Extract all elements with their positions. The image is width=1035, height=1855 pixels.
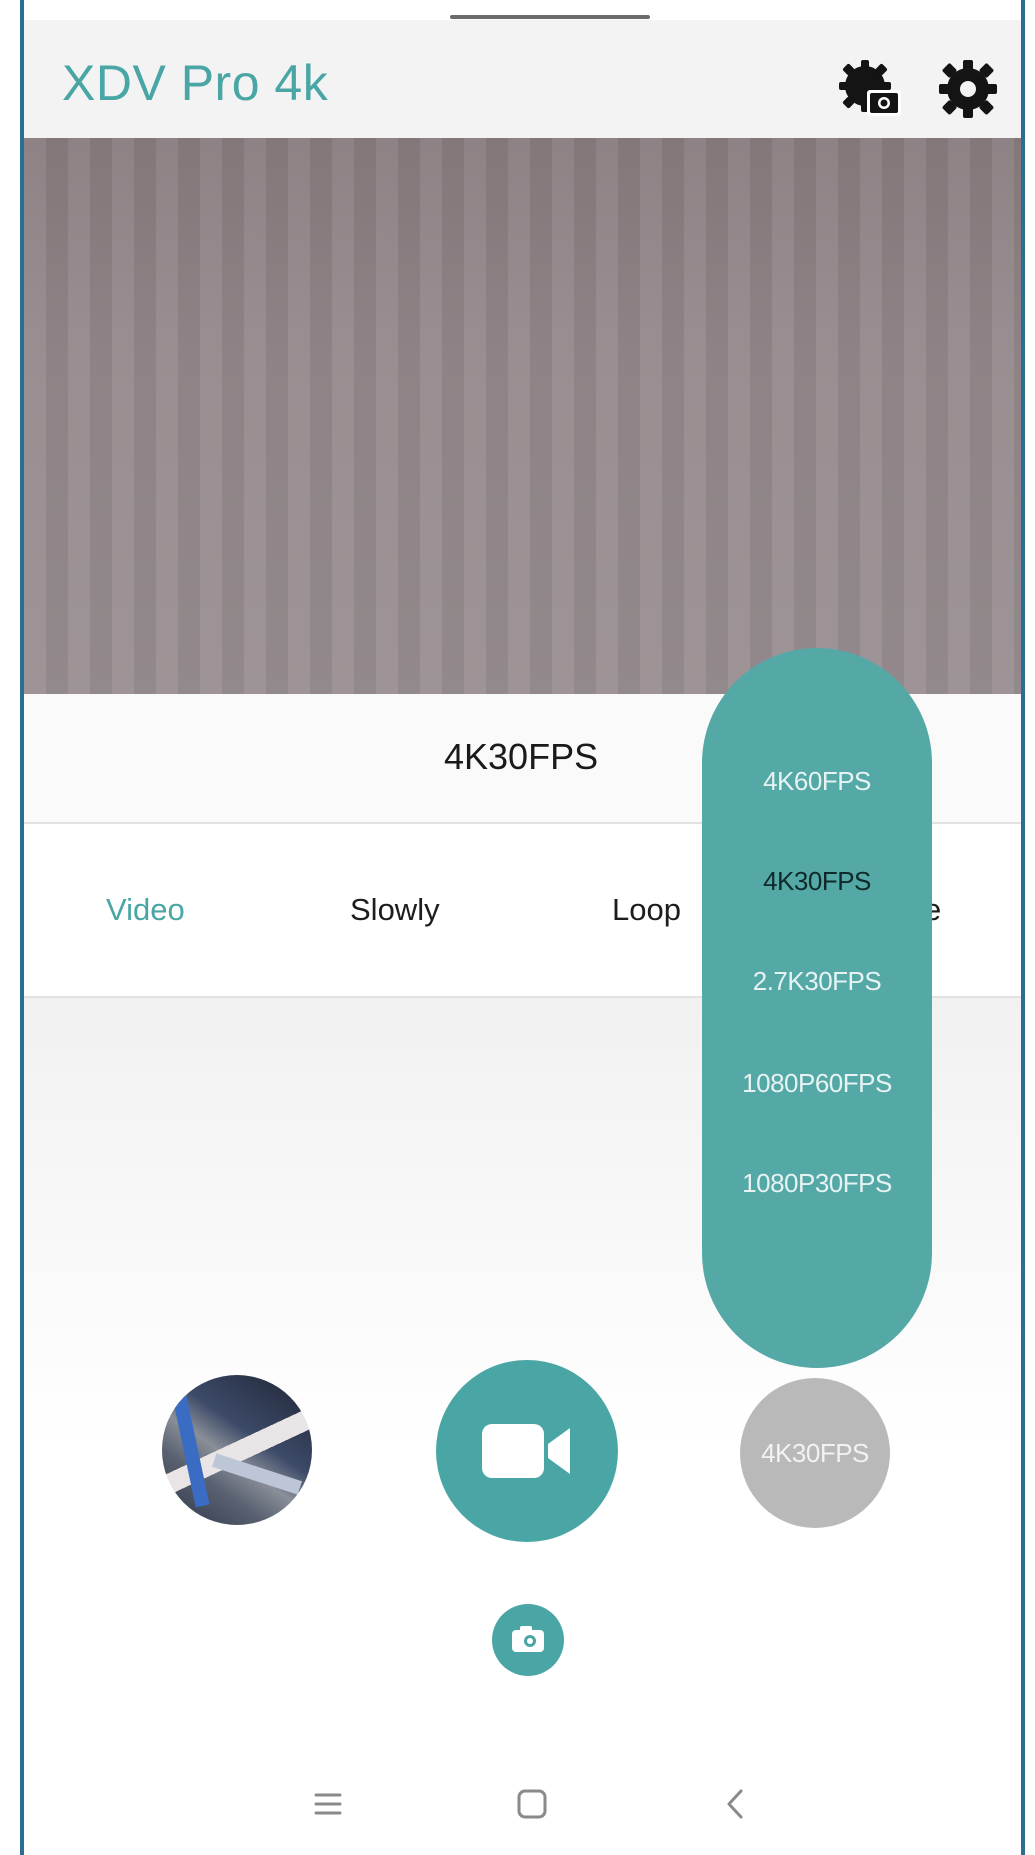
photo-camera-icon [512, 1626, 544, 1652]
device-frame-right [1021, 0, 1025, 1855]
app-title: XDV Pro 4k [62, 55, 329, 111]
resolution-option[interactable]: 2.7K30FPS [702, 966, 932, 997]
menu-icon[interactable] [306, 1782, 350, 1826]
phone-screen: XDV Pro 4k 4K30FPS Video Slowly Loop e 4… [0, 0, 1035, 1855]
video-camera-icon [482, 1424, 570, 1478]
resolution-option[interactable]: 1080P30FPS [702, 1168, 932, 1199]
resolution-option[interactable]: 1080P60FPS [702, 1068, 932, 1099]
camera-preview[interactable] [24, 138, 1021, 694]
resolution-option[interactable]: 4K60FPS [702, 766, 932, 797]
system-navigation-bar [24, 1752, 1021, 1855]
record-button[interactable] [436, 1360, 618, 1542]
app-bar: XDV Pro 4k [24, 20, 1021, 138]
tab-video[interactable]: Video [106, 892, 185, 928]
photo-mode-button[interactable] [492, 1604, 564, 1676]
gallery-thumbnail[interactable] [162, 1375, 312, 1525]
home-icon[interactable] [510, 1782, 554, 1826]
resolution-dropdown: 4K60FPS 4K30FPS 2.7K30FPS 1080P60FPS 108… [702, 648, 932, 1368]
tab-slowly[interactable]: Slowly [350, 892, 440, 928]
resolution-badge-button[interactable]: 4K30FPS [740, 1378, 890, 1528]
current-resolution-label: 4K30FPS [444, 736, 599, 777]
tab-loop[interactable]: Loop [612, 892, 681, 928]
back-icon[interactable] [714, 1782, 758, 1826]
status-bar-area [20, 0, 1025, 20]
resolution-option-selected[interactable]: 4K30FPS [702, 866, 932, 897]
gear-icon[interactable] [935, 56, 1001, 122]
resolution-badge-label: 4K30FPS [761, 1437, 869, 1468]
camera-settings-icon[interactable] [837, 56, 903, 122]
